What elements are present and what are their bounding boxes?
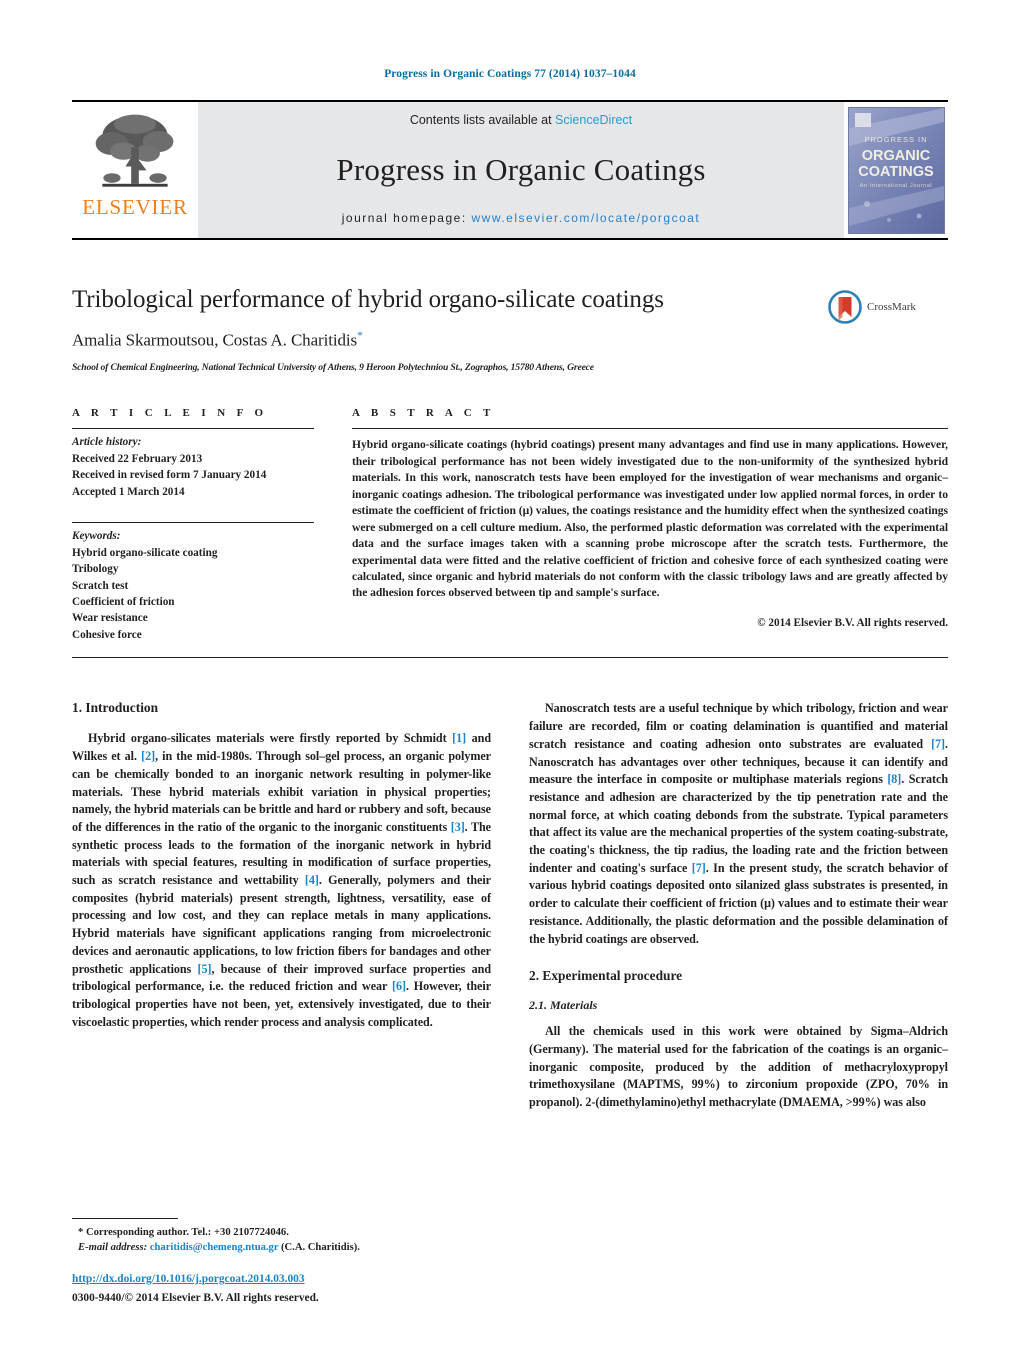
corresponding-author-marker: *: [357, 327, 363, 342]
issn-copyright-line: 0300-9440/© 2014 Elsevier B.V. All right…: [72, 1292, 319, 1305]
history-item: Received 22 February 2013: [72, 452, 203, 465]
article-info-heading: A R T I C L E I N F O: [72, 407, 268, 420]
journal-cover-thumbnail[interactable]: PROGRESS IN ORGANIC COATINGS An Internat…: [847, 106, 945, 234]
homepage-prefix: journal homepage:: [341, 211, 472, 225]
page-title: Tribological performance of hybrid organ…: [72, 286, 664, 313]
keyword-item: Hybrid organo-silicate coating: [72, 546, 218, 559]
right-text-c: . Scratch resistance and adhesion are ch…: [529, 772, 948, 875]
citation-7[interactable]: [7]: [931, 737, 945, 751]
nanoscratch-paragraph: Nanoscratch tests are a useful technique…: [529, 700, 948, 948]
keyword-item: Scratch test: [72, 579, 129, 592]
keyword-item: Coefficient of friction: [72, 596, 175, 609]
materials-paragraph: All the chemicals used in this work were…: [529, 1024, 948, 1110]
journal-cover-block: PROGRESS IN ORGANIC COATINGS An Internat…: [844, 102, 948, 238]
history-item: Accepted 1 March 2014: [72, 485, 185, 498]
body-column-right: Nanoscratch tests are a useful technique…: [529, 700, 948, 1111]
email-note: E-mail address: charitidis@chemeng.ntua.…: [72, 1240, 492, 1255]
svg-text:ORGANIC: ORGANIC: [861, 148, 930, 164]
keywords-group: Keywords: Hybrid organo-silicate coating…: [72, 523, 314, 643]
subsection-heading-materials: 2.1. Materials: [529, 998, 598, 1013]
corresponding-author-note: * Corresponding author. Tel.: +30 210772…: [78, 1226, 289, 1238]
doi-link[interactable]: http://dx.doi.org/10.1016/j.porgcoat.201…: [72, 1272, 502, 1288]
citation-5[interactable]: [5]: [198, 962, 212, 976]
elsevier-wordmark: ELSEVIER: [82, 195, 188, 219]
sciencedirect-link[interactable]: ScienceDirect: [555, 113, 632, 127]
intro-text-e: . Generally, polymers and their composit…: [72, 873, 491, 976]
footnote-area: * Corresponding author. Tel.: +30 210772…: [72, 1217, 492, 1255]
abstract-heading: A B S T R A C T: [352, 407, 495, 420]
abstract-text: Hybrid organo-silicate coatings (hybrid …: [352, 438, 948, 600]
affiliation: School of Chemical Engineering, National…: [72, 362, 594, 374]
keyword-item: Wear resistance: [72, 612, 148, 625]
citation-8[interactable]: [8]: [887, 772, 901, 786]
article-first-page: Progress in Organic Coatings 77 (2014) 1…: [0, 0, 1020, 1351]
cover-artwork: PROGRESS IN ORGANIC COATINGS An Internat…: [848, 107, 944, 233]
intro-text-a: Hybrid organo-silicates materials were f…: [88, 731, 453, 746]
citation-2[interactable]: [2]: [141, 749, 155, 763]
journal-masthead: ELSEVIER Contents lists available at Sci…: [72, 100, 948, 240]
journal-homepage-link[interactable]: www.elsevier.com/locate/porgcoat: [472, 211, 701, 225]
author-names: Amalia Skarmoutsou, Costas A. Charitidis: [72, 330, 357, 350]
keyword-item: Tribology: [72, 563, 119, 576]
article-info-column: A R T I C L E I N F O Article history: R…: [72, 407, 314, 643]
elsevier-tree-icon: [95, 114, 174, 187]
history-item: Received in revised form 7 January 2014: [72, 469, 267, 482]
title-block: Tribological performance of hybrid organ…: [72, 286, 948, 373]
svg-text:COATINGS: COATINGS: [858, 164, 934, 180]
journal-homepage-line: journal homepage: www.elsevier.com/locat…: [342, 211, 701, 225]
abstract-column: A B S T R A C T Hybrid organo-silicate c…: [352, 407, 948, 643]
crossmark-badge[interactable]: CrossMark: [828, 286, 948, 324]
article-history-label: Article history:: [72, 436, 142, 449]
author-list: Amalia Skarmoutsou, Costas A. Charitidis…: [72, 328, 812, 351]
intro-paragraph: Hybrid organo-silicates materials were f…: [72, 730, 491, 1031]
elsevier-logo-block: ELSEVIER: [72, 102, 198, 238]
email-link[interactable]: charitidis@chemeng.ntua.gr: [150, 1242, 279, 1253]
citation-1[interactable]: [1]: [452, 731, 466, 745]
keywords-label: Keywords:: [72, 530, 121, 543]
running-head: Progress in Organic Coatings 77 (2014) 1…: [384, 68, 636, 80]
section-heading-experimental: 2. Experimental procedure: [529, 968, 683, 984]
crossmark-label: CrossMark: [867, 301, 916, 313]
journal-band: Contents lists available at ScienceDirec…: [198, 102, 844, 238]
article-history-group: Article history: Received 22 February 20…: [72, 429, 314, 500]
email-suffix: (C.A. Charitidis).: [278, 1241, 360, 1253]
journal-title: Progress in Organic Coatings: [336, 151, 706, 187]
doi-area: http://dx.doi.org/10.1016/j.porgcoat.201…: [72, 1272, 502, 1307]
contents-prefix: Contents lists available at: [409, 113, 556, 127]
abstract-bottom-rule: [72, 657, 948, 659]
info-abstract-region: A R T I C L E I N F O Article history: R…: [72, 407, 948, 643]
crossmark-icon: [828, 290, 862, 324]
email-label: E-mail address:: [78, 1241, 148, 1253]
citation-6[interactable]: [6]: [392, 979, 406, 993]
footnote-rule: [72, 1217, 178, 1219]
section-heading-introduction: 1. Introduction: [72, 700, 159, 716]
citation-7b[interactable]: [7]: [692, 861, 706, 875]
right-text-a: Nanoscratch tests are a useful technique…: [529, 701, 948, 751]
citation-4[interactable]: [4]: [305, 873, 319, 887]
svg-text:PROGRESS IN: PROGRESS IN: [864, 135, 927, 144]
keyword-item: Cohesive force: [72, 628, 142, 641]
title-text-column: Tribological performance of hybrid organ…: [72, 286, 828, 373]
contents-lists-line: Contents lists available at ScienceDirec…: [410, 113, 632, 127]
abstract-copyright: © 2014 Elsevier B.V. All rights reserved…: [757, 616, 948, 629]
svg-text:An International Journal: An International Journal: [859, 183, 932, 189]
citation-3[interactable]: [3]: [451, 820, 465, 834]
body-columns: 1. Introduction Hybrid organo-silicates …: [72, 700, 948, 1111]
body-column-left: 1. Introduction Hybrid organo-silicates …: [72, 700, 491, 1111]
